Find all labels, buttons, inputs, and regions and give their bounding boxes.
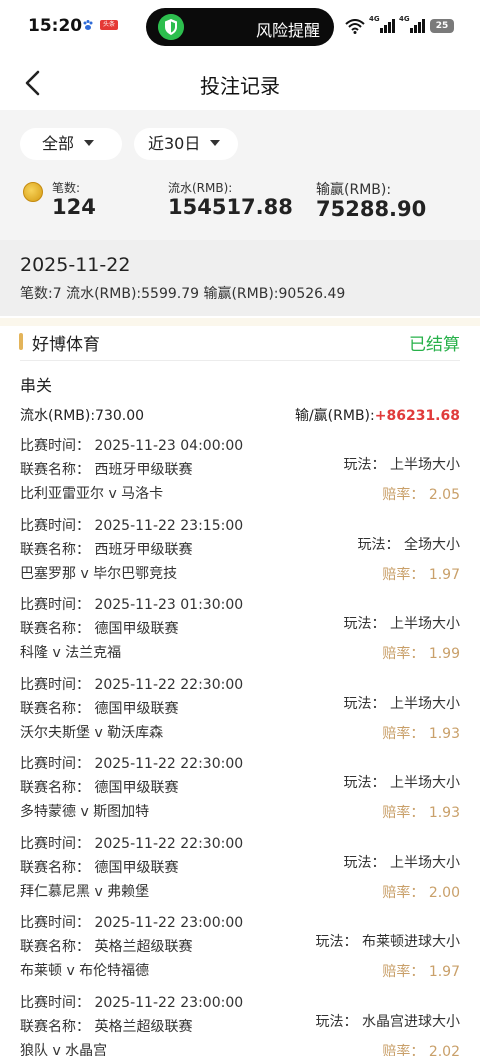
odds-value: 赔率： 1.93 [382, 725, 460, 742]
payout-label: 输/赢(RMB): [294, 408, 375, 424]
caret-down-icon [84, 140, 95, 146]
league-name: 联赛名称： 英格兰超级联赛 [20, 939, 193, 955]
play-type: 玩法： 上半场大小 [343, 775, 460, 791]
match-time: 比赛时间： 2025-11-22 22:30:00 [20, 676, 244, 693]
vendor-name: 好博体育 [32, 335, 100, 355]
match-time: 比赛时间： 2025-11-22 23:15:00 [20, 517, 244, 534]
match-time: 比赛时间： 2025-11-23 01:30:00 [20, 597, 244, 613]
count-value: 124 [52, 195, 96, 219]
payout-value: +86231.68 [374, 408, 460, 424]
payout: 输/赢(RMB):+86231.68 [295, 405, 460, 425]
play-type: 玩法： 上半场大小 [343, 457, 460, 473]
day-group-header: 2025-11-22 笔数:7 流水(RMB):5599.79 输赢(RMB):… [0, 240, 480, 316]
shield-icon [158, 14, 184, 40]
wifi-icon [345, 18, 365, 34]
odds-value: 赔率： 2.00 [382, 884, 460, 901]
match-teams: 巴塞罗那 v 毕尔巴鄂竞技 [20, 565, 178, 582]
league-name: 联赛名称： 德国甲级联赛 [20, 859, 179, 876]
bet-leg-item: 比赛时间： 2025-11-22 23:00:00 联赛名称： 英格兰超级联赛 狼队… [0, 992, 480, 1056]
bet-leg-item: 比赛时间： 2025-11-22 23:15:00 联赛名称： 西班牙甲级联赛 巴塞… [0, 515, 480, 595]
turnover-value: 154517.88 [168, 195, 293, 219]
clock: 15:20 [28, 16, 83, 36]
scope-dropdown-label: 全部 [42, 134, 75, 153]
odds-value: 赔率： 1.97 [382, 964, 460, 980]
page-title: 投注记录 [200, 74, 280, 98]
match-teams: 比利亚雷亚尔 v 马洛卡 [20, 486, 164, 502]
play-type: 玩法： 布莱顿进球大小 [315, 934, 460, 950]
status-badge: 已结算 [409, 335, 460, 355]
play-type: 玩法： 上半场大小 [343, 616, 460, 632]
signal-icon-2: 4G [399, 15, 425, 33]
status-icons: 4G 4G 25 [345, 15, 454, 35]
match-teams: 布莱顿 v 布伦特福德 [20, 963, 150, 979]
card-top-strip [0, 318, 480, 326]
play-type: 玩法： 上半场大小 [343, 854, 460, 871]
toutiao-badge-icon: 头条 [100, 20, 118, 30]
nav-header: 投注记录 [0, 56, 480, 108]
odds-value: 赔率： 2.02 [382, 1043, 460, 1056]
signal-icon: 4G [369, 15, 395, 33]
odds-value: 赔率： 1.99 [382, 646, 460, 662]
odds-value: 赔率： 2.05 [382, 487, 460, 503]
match-time: 比赛时间： 2025-11-23 04:00:00 [20, 438, 244, 454]
turnover-label: 流水(RMB): [168, 181, 233, 195]
match-time: 比赛时间： 2025-11-22 22:30:00 [20, 835, 244, 852]
bet-type: 串关 [20, 376, 53, 395]
bet-leg-item: 比赛时间： 2025-11-23 01:30:00 联赛名称： 德国甲级联赛 科隆 … [0, 594, 480, 674]
day-summary: 笔数:7 流水(RMB):5599.79 输赢(RMB):90526.49 [20, 286, 346, 302]
bet-leg-item: 比赛时间： 2025-11-22 22:30:00 联赛名称： 德国甲级联赛 沃尔夫… [0, 674, 480, 754]
bet-leg-item: 比赛时间： 2025-11-22 23:00:00 联赛名称： 英格兰超级联赛 布莱… [0, 912, 480, 992]
caret-down-icon [210, 140, 221, 146]
day-date: 2025-11-22 [20, 254, 131, 276]
league-name: 联赛名称： 德国甲级联赛 [20, 780, 179, 796]
match-time: 比赛时间： 2025-11-22 23:00:00 [20, 915, 244, 931]
league-name: 联赛名称： 西班牙甲级联赛 [20, 462, 193, 478]
period-dropdown[interactable]: 近30日 [134, 128, 238, 160]
odds-value: 赔率： 1.97 [382, 566, 460, 583]
divider [20, 360, 460, 361]
risk-alert-text: 风险提醒 [255, 21, 320, 40]
league-name: 联赛名称： 德国甲级联赛 [20, 700, 179, 717]
match-teams: 狼队 v 水晶宫 [20, 1042, 108, 1056]
play-type: 玩法： 上半场大小 [343, 695, 460, 712]
bet-leg-item: 比赛时间： 2025-11-23 04:00:00 联赛名称： 西班牙甲级联赛 比利… [0, 435, 480, 515]
league-name: 联赛名称： 西班牙甲级联赛 [20, 541, 193, 558]
league-name: 联赛名称： 英格兰超级联赛 [20, 1018, 193, 1035]
odds-value: 赔率： 1.93 [382, 805, 460, 821]
coin-icon [23, 182, 43, 202]
status-bar: 15:20 头条 风险提醒 4G 4G 25 [0, 0, 480, 52]
play-type: 玩法： 全场大小 [357, 536, 460, 553]
scope-dropdown[interactable]: 全部 [20, 128, 122, 160]
match-teams: 多特蒙德 v 斯图加特 [20, 804, 150, 820]
battery-icon: 25 [430, 19, 454, 33]
period-dropdown-label: 近30日 [148, 134, 201, 153]
bet-leg-item: 比赛时间： 2025-11-22 22:30:00 联赛名称： 德国甲级联赛 多特蒙… [0, 753, 480, 833]
stake-amount: 流水(RMB):730.00 [20, 408, 145, 424]
league-name: 联赛名称： 德国甲级联赛 [20, 621, 179, 637]
bet-leg-item: 比赛时间： 2025-11-22 22:30:00 联赛名称： 德国甲级联赛 拜仁慕… [0, 833, 480, 913]
match-time: 比赛时间： 2025-11-22 23:00:00 [20, 994, 244, 1011]
match-teams: 拜仁慕尼黑 v 弗赖堡 [20, 883, 150, 900]
play-type: 玩法： 水晶宫进球大小 [315, 1013, 460, 1030]
count-label: 笔数: [52, 181, 81, 195]
match-teams: 沃尔夫斯堡 v 勒沃库森 [20, 724, 164, 741]
baidu-paw-icon [83, 20, 93, 30]
match-teams: 科隆 v 法兰克福 [20, 645, 122, 661]
winloss-label: 输赢(RMB): [316, 182, 392, 198]
vendor-accent-bar [19, 333, 23, 350]
winloss-value: 75288.90 [316, 197, 427, 221]
match-time: 比赛时间： 2025-11-22 22:30:00 [20, 756, 244, 772]
filter-panel: 全部 近30日 笔数: 124 流水(RMB): 154517.88 输赢(RM… [0, 110, 480, 240]
risk-alert-pill[interactable]: 风险提醒 [146, 8, 334, 46]
